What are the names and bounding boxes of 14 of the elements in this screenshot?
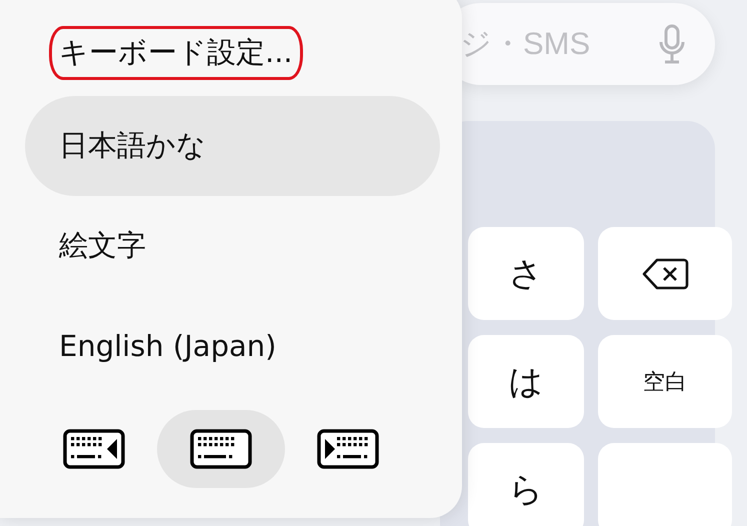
- keyboard-key[interactable]: さ: [468, 227, 584, 320]
- menu-item[interactable]: 日本語かな: [25, 96, 440, 196]
- menu-item[interactable]: English (Japan): [49, 322, 286, 370]
- menu-item[interactable]: キーボード設定...: [49, 26, 303, 80]
- menu-item[interactable]: 絵文字: [49, 219, 156, 273]
- keyboard-icon: [190, 429, 252, 469]
- backspace-icon: [641, 256, 689, 290]
- keyboard-key[interactable]: は: [468, 335, 584, 428]
- search-placeholder: ジ・SMS: [460, 25, 590, 63]
- delete-key[interactable]: [598, 227, 732, 320]
- keyboard-key[interactable]: ら: [468, 443, 584, 526]
- keyboard-icon: [62, 429, 125, 469]
- space-key[interactable]: 空白: [598, 335, 732, 428]
- keyboard-icon: [317, 429, 380, 469]
